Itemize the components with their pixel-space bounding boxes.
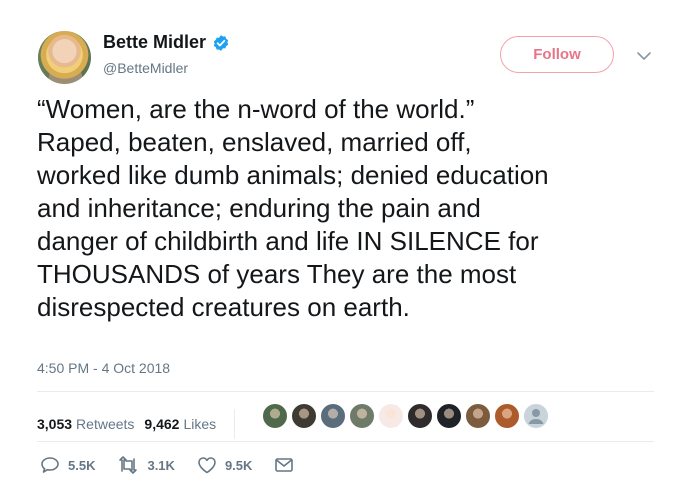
- chevron-down-icon[interactable]: [636, 50, 652, 62]
- liker-avatar-3[interactable]: [320, 403, 346, 429]
- verified-badge-icon: [213, 34, 229, 51]
- liker-avatar-5[interactable]: [378, 403, 404, 429]
- likes-count[interactable]: 9,462: [144, 416, 179, 432]
- reply-button[interactable]: 5.5K: [40, 456, 95, 474]
- author-name-row: Bette Midler: [103, 32, 230, 53]
- stats-separator: [234, 409, 236, 439]
- follow-button[interactable]: Follow: [500, 36, 614, 73]
- default-avatar-icon[interactable]: [523, 403, 549, 429]
- reply-count: 5.5K: [68, 457, 96, 473]
- likes-label[interactable]: Likes: [183, 416, 216, 432]
- retweets-count[interactable]: 3,053: [37, 416, 72, 432]
- divider-bottom: [37, 441, 654, 442]
- reply-icon: [41, 457, 59, 473]
- liker-avatar-4[interactable]: [349, 403, 375, 429]
- retweet-action-count: 3.1K: [147, 457, 175, 473]
- retweet-button[interactable]: 3.1K: [117, 456, 175, 474]
- envelope-icon: [275, 458, 294, 472]
- liker-avatar-8[interactable]: [465, 403, 491, 429]
- liker-avatar-7[interactable]: [436, 403, 462, 429]
- default-person-icon: [528, 409, 544, 424]
- liker-avatars: [262, 403, 549, 429]
- author-avatar[interactable]: [38, 31, 91, 84]
- engagement-stats: 3,053 Retweets 9,462 Likes: [37, 409, 243, 439]
- liker-avatar-2[interactable]: [291, 403, 317, 429]
- divider-top: [37, 391, 654, 392]
- heart-icon: [198, 457, 216, 474]
- tweet-text: “Women, are the n-word of the world.” Ra…: [37, 94, 549, 322]
- author-handle[interactable]: @BetteMidler: [103, 60, 188, 76]
- direct-message-button[interactable]: [274, 457, 294, 473]
- author-name[interactable]: Bette Midler: [103, 32, 206, 53]
- liker-avatar-9[interactable]: [494, 403, 520, 429]
- retweet-icon: [119, 456, 138, 474]
- liker-avatar-6[interactable]: [407, 403, 433, 429]
- tweet-actions: 5.5K 3.1K 9.5K: [40, 456, 316, 474]
- retweets-label[interactable]: Retweets: [76, 416, 134, 432]
- like-button[interactable]: 9.5K: [197, 456, 252, 474]
- tweet-timestamp[interactable]: 4:50 PM - 4 Oct 2018: [37, 360, 170, 376]
- liker-avatar-1[interactable]: [262, 403, 288, 429]
- like-action-count: 9.5K: [224, 457, 253, 473]
